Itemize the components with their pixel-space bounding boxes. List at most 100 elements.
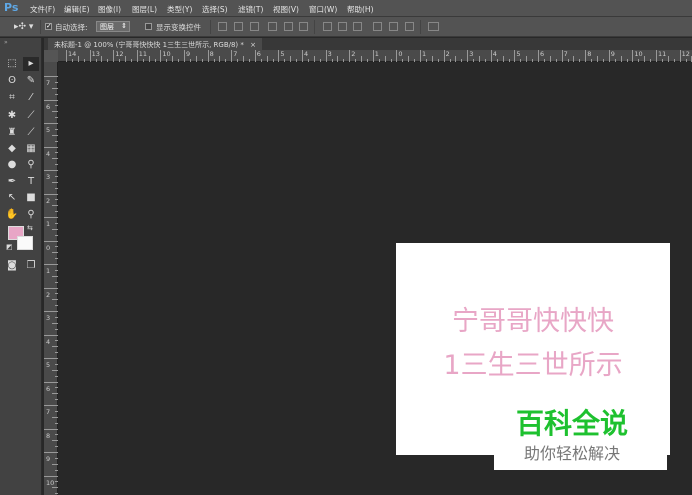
- ruler-minor-tick: [55, 222, 58, 224]
- ruler-tick: [44, 193, 58, 195]
- menu-select[interactable]: 选择(S): [202, 4, 228, 15]
- distribute-left-icon[interactable]: [373, 22, 382, 31]
- ruler-label: 4: [46, 149, 51, 158]
- distribute-hcenter-icon[interactable]: [389, 22, 398, 31]
- auto-align-icon[interactable]: [428, 22, 439, 31]
- default-colors-icon[interactable]: ◩: [6, 243, 13, 251]
- crop-tool-icon[interactable]: ⌗: [4, 91, 20, 105]
- ruler-minor-tick: [620, 56, 622, 62]
- collapse-icon[interactable]: »: [4, 39, 8, 46]
- auto-select-checkbox[interactable]: ✓: [45, 23, 52, 30]
- blur-tool-icon[interactable]: ●: [4, 158, 20, 172]
- screen-mode-icon[interactable]: ❐: [23, 259, 39, 273]
- document-tab[interactable]: 未标题-1 @ 100% (宁哥哥快快快 1三生三世所示, RGB/8) * ×: [48, 38, 262, 50]
- ruler-tick: [302, 50, 303, 62]
- show-transform-checkbox[interactable]: [145, 23, 152, 30]
- ruler-minor-tick: [484, 59, 486, 62]
- ruler-minor-tick: [390, 59, 392, 62]
- ruler-minor-tick: [55, 164, 58, 166]
- ruler-minor-tick: [343, 59, 345, 62]
- eraser-tool-icon[interactable]: ◆: [4, 142, 20, 156]
- lasso-tool-icon[interactable]: ʘ: [4, 74, 20, 88]
- ruler-label: 1: [422, 50, 427, 58]
- ruler-label: 11: [658, 50, 667, 58]
- history-brush-icon[interactable]: ⟋: [23, 126, 39, 140]
- vertical-ruler[interactable]: 7 6 5 4 3 2 1 0 1 2 3 4 5 6 7 8 9 10: [44, 62, 58, 495]
- gradient-tool-icon[interactable]: ▦: [23, 142, 39, 156]
- ruler-tick: [538, 50, 539, 62]
- options-bar: ▸✣ ▾ ✓ 自动选择: 图层 ⇕ 显示变换控件: [0, 17, 692, 37]
- hand-tool-icon[interactable]: ✋: [4, 208, 20, 222]
- auto-select-dropdown[interactable]: 图层 ⇕: [96, 21, 130, 32]
- align-right-icon[interactable]: [299, 22, 308, 31]
- zoom-tool-icon[interactable]: ⚲: [23, 208, 39, 222]
- ruler-minor-tick: [52, 228, 58, 230]
- align-vcenter-icon[interactable]: [234, 22, 243, 31]
- horizontal-ruler[interactable]: 14 13 12 11 10 9 8 7 6 5 4 3 2 1 0 1 2 3 4 5 6 7 8 9 10 11 12: [58, 50, 692, 62]
- healing-brush-icon[interactable]: ✱: [4, 109, 20, 123]
- eyedropper-tool-icon[interactable]: ⁄: [23, 91, 39, 105]
- menu-view[interactable]: 视图(V): [273, 4, 299, 15]
- ruler-minor-tick: [55, 269, 58, 271]
- ruler-minor-tick: [201, 59, 203, 62]
- menu-layer[interactable]: 图层(L): [132, 4, 157, 15]
- clone-stamp-icon[interactable]: ♜: [4, 126, 20, 140]
- ruler-label: 2: [46, 196, 51, 205]
- ruler-tick: [396, 50, 398, 62]
- ruler-minor-tick: [55, 469, 58, 471]
- background-color-swatch[interactable]: [17, 236, 33, 250]
- menu-window[interactable]: 窗口(W): [309, 4, 337, 15]
- distribute-bottom-icon[interactable]: [353, 22, 362, 31]
- menu-edit[interactable]: 编辑(E): [64, 4, 90, 15]
- ruler-minor-tick: [52, 416, 58, 418]
- quick-select-tool-icon[interactable]: ✎: [23, 74, 39, 88]
- ruler-tick: [325, 50, 327, 62]
- menu-filter[interactable]: 滤镜(T): [238, 4, 263, 15]
- distribute-top-icon[interactable]: [323, 22, 332, 31]
- path-select-icon[interactable]: ↖: [4, 191, 20, 205]
- align-bottom-icon[interactable]: [250, 22, 259, 31]
- ruler-minor-tick: [225, 59, 227, 62]
- ruler-label: 4: [46, 337, 51, 346]
- ruler-origin[interactable]: [44, 50, 58, 62]
- move-tool-preset-icon[interactable]: ▸✣ ▾: [14, 22, 33, 32]
- ruler-minor-tick: [52, 487, 58, 489]
- menu-image[interactable]: 图像(I): [98, 4, 121, 15]
- close-tab-icon[interactable]: ×: [250, 41, 256, 49]
- dodge-tool-icon[interactable]: ⚲: [23, 158, 39, 172]
- pen-tool-icon[interactable]: ✒: [4, 175, 20, 189]
- type-tool-icon[interactable]: T: [23, 175, 39, 189]
- menu-type[interactable]: 类型(Y): [167, 4, 192, 15]
- ruler-minor-tick: [425, 59, 427, 62]
- quick-mask-icon[interactable]: ◙: [4, 259, 20, 273]
- canvas-text-line-1[interactable]: 宁哥哥快快快: [396, 299, 670, 338]
- ruler-minor-tick: [55, 363, 58, 365]
- ruler-minor-tick: [543, 59, 545, 62]
- marquee-tool-icon[interactable]: ⬚: [4, 57, 20, 71]
- ruler-minor-tick: [685, 59, 687, 62]
- ruler-tick: [585, 50, 587, 62]
- ruler-minor-tick: [313, 56, 315, 62]
- ruler-label: 1: [46, 220, 51, 228]
- distribute-vcenter-icon[interactable]: [338, 22, 347, 31]
- ruler-minor-tick: [248, 59, 250, 62]
- ruler-minor-tick: [83, 59, 85, 62]
- ruler-label: 1: [374, 50, 379, 58]
- ruler-minor-tick: [296, 59, 298, 62]
- distribute-right-icon[interactable]: [405, 22, 414, 31]
- ruler-tick: [44, 76, 58, 77]
- rectangle-tool-icon[interactable]: ■: [23, 191, 39, 205]
- brush-tool-icon[interactable]: ⟋: [23, 109, 39, 123]
- ruler-minor-tick: [130, 59, 132, 62]
- menu-file[interactable]: 文件(F): [30, 4, 55, 15]
- ruler-label: 8: [209, 50, 214, 58]
- align-top-icon[interactable]: [218, 22, 227, 31]
- move-tool-icon[interactable]: ▸: [23, 57, 39, 71]
- swap-colors-icon[interactable]: ⇆: [27, 224, 33, 232]
- ruler-tick: [656, 50, 657, 62]
- canvas-text-line-2[interactable]: 1三生三世所示: [396, 343, 670, 382]
- menu-help[interactable]: 帮助(H): [347, 4, 374, 15]
- align-left-icon[interactable]: [268, 22, 277, 31]
- align-hcenter-icon[interactable]: [284, 22, 293, 31]
- ruler-minor-tick: [532, 59, 534, 62]
